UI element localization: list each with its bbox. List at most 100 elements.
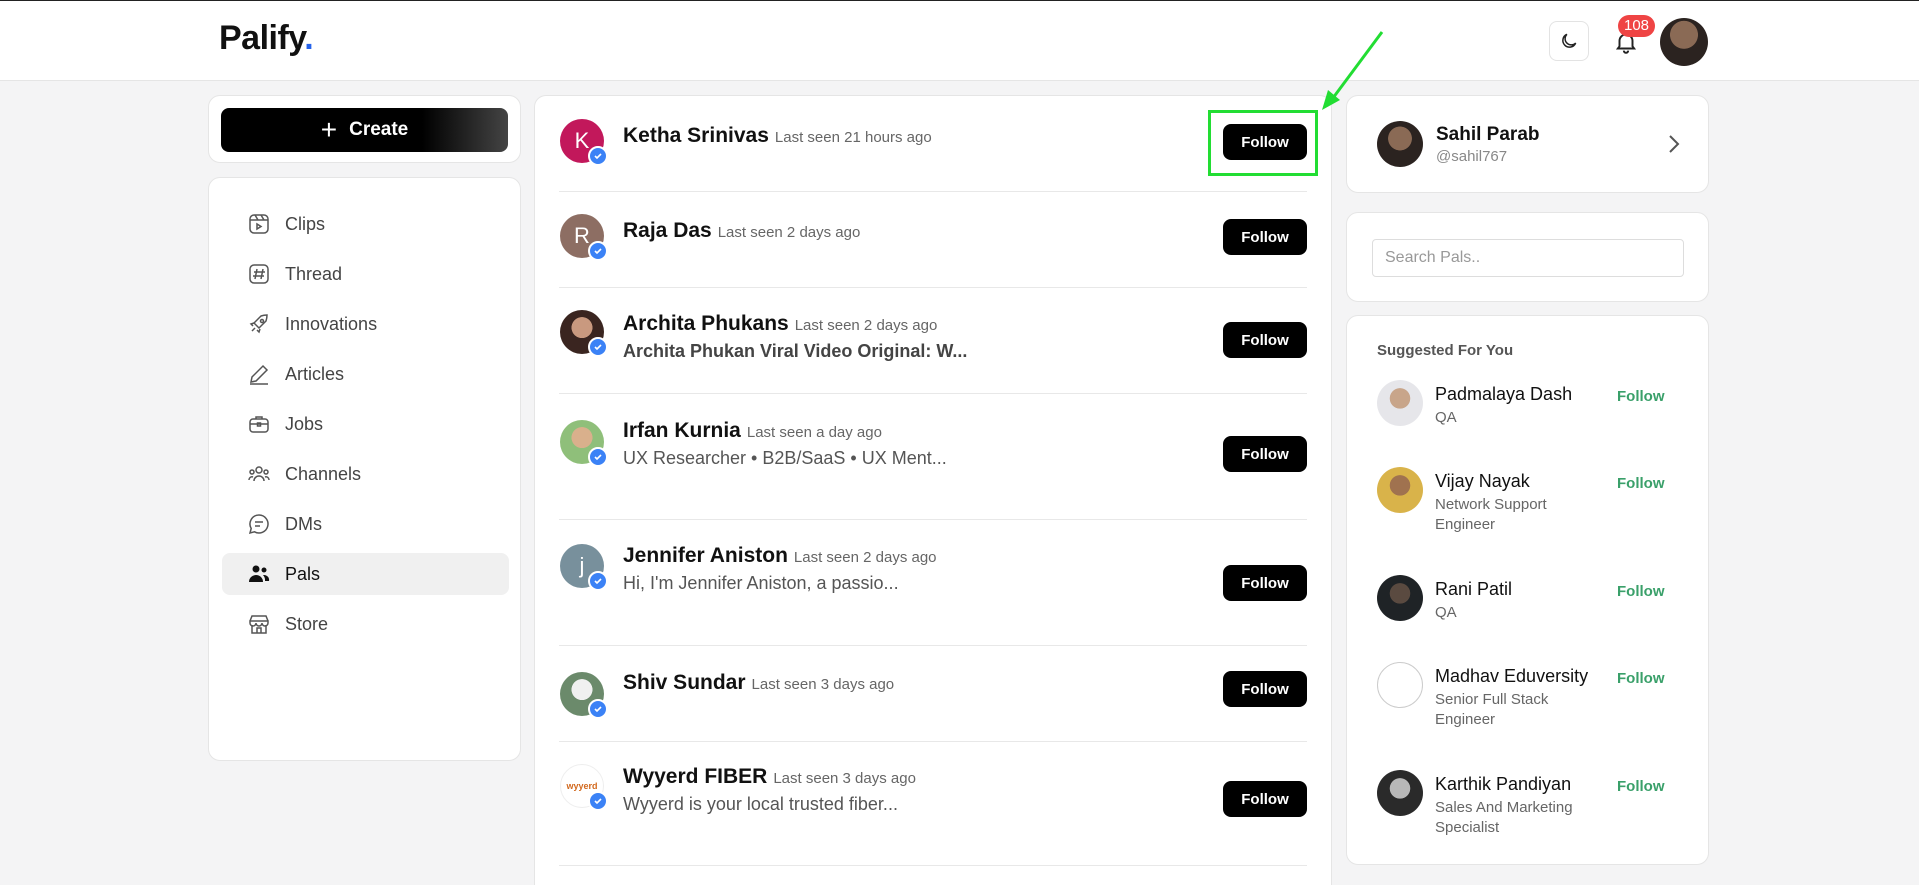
rocket-icon [249, 314, 268, 334]
sidebar-item-label: Store [285, 613, 329, 634]
suggested-card: Suggested For You Padmalaya Dash QA Foll… [1346, 315, 1709, 865]
follow-button[interactable]: Follow [1223, 322, 1307, 358]
sidebar-item-clips[interactable]: Clips [222, 203, 509, 245]
top-bar: Palify. 108 [0, 0, 1919, 81]
sidebar-item-pals[interactable]: Pals [222, 553, 509, 595]
suggested-name[interactable]: Karthik Pandiyan [1435, 774, 1571, 795]
pal-bio: Archita Phukan Viral Video Original: W..… [623, 341, 968, 361]
pal-bio: Wyyerd is your local trusted fiber... [623, 794, 898, 814]
follow-link[interactable]: Follow [1617, 475, 1665, 492]
pen-icon [250, 364, 269, 385]
suggested-name[interactable]: Padmalaya Dash [1435, 384, 1572, 405]
avatar[interactable] [1377, 770, 1423, 816]
last-seen: Last seen 2 days ago [794, 317, 938, 334]
sidebar-item-channels[interactable]: Channels [222, 453, 509, 495]
verified-badge-icon [588, 447, 608, 467]
sidebar-item-label: Innovations [285, 313, 378, 334]
sidebar-item-dms[interactable]: DMs [222, 503, 509, 545]
user-avatar[interactable] [1660, 18, 1708, 66]
verified-badge-icon [588, 791, 608, 811]
pal-name[interactable]: Irfan Kurnia Last seen a day ago [623, 419, 882, 443]
highlight-box [1208, 110, 1318, 176]
chat-icon [248, 514, 269, 535]
clips-icon [249, 214, 269, 234]
suggested-role: QA [1435, 604, 1457, 621]
pal-name[interactable]: Jennifer Aniston Last seen 2 days ago [623, 544, 937, 568]
pal-name[interactable]: Raja Das Last seen 2 days ago [623, 219, 860, 243]
follow-button[interactable]: Follow [1223, 436, 1307, 472]
suggested-name[interactable]: Rani Patil [1435, 579, 1512, 600]
briefcase-icon [249, 416, 269, 433]
pals-list: K Ketha Srinivas Last seen 21 hours ago F… [534, 95, 1332, 885]
suggested-name[interactable]: Madhav Eduversity [1435, 666, 1588, 687]
avatar[interactable] [1377, 380, 1423, 426]
profile-avatar [1377, 121, 1423, 167]
follow-button[interactable]: Follow [1223, 671, 1307, 707]
follow-button[interactable]: Follow [1223, 781, 1307, 817]
follow-link[interactable]: Follow [1617, 388, 1665, 405]
profile-handle: @sahil767 [1436, 148, 1508, 165]
hash-icon [249, 264, 269, 284]
sidebar-item-label: Articles [285, 363, 345, 384]
suggested-role: QA [1435, 409, 1457, 426]
last-seen: Last seen a day ago [746, 424, 882, 441]
last-seen: Last seen 21 hours ago [774, 129, 932, 146]
follow-button[interactable]: Follow [1223, 219, 1307, 255]
sidebar-item-thread[interactable]: Thread [222, 253, 509, 295]
pal-bio: UX Researcher • B2B/SaaS • UX Ment... [623, 448, 947, 468]
dark-mode-toggle-button[interactable] [1549, 21, 1589, 61]
sidebar-item-label: Clips [285, 213, 326, 234]
sidebar-item-label: Jobs [285, 413, 324, 434]
pal-name[interactable]: Wyyerd FIBER Last seen 3 days ago [623, 765, 916, 789]
list-item[interactable]: R Raja Das Last seen 2 days ago Follow [559, 192, 1307, 288]
last-seen: Last seen 3 days ago [773, 770, 916, 787]
users-group-icon [248, 466, 270, 482]
pals-icon [249, 565, 270, 582]
avatar[interactable] [1377, 467, 1423, 513]
list-item[interactable]: wyyerd Wyyerd FIBER Last seen 3 days ago … [559, 742, 1307, 866]
suggested-role: Sales And Marketing Specialist [1435, 799, 1573, 836]
pal-name[interactable]: Archita Phukans Last seen 2 days ago [623, 312, 937, 336]
follow-button[interactable]: Follow [1223, 565, 1307, 601]
avatar[interactable] [1377, 662, 1423, 708]
pal-name[interactable]: Shiv Sundar Last seen 3 days ago [623, 671, 894, 695]
chevron-right-icon [1669, 135, 1680, 153]
suggested-role: Network Support Engineer [1435, 496, 1547, 533]
suggested-title: Suggested For You [1377, 342, 1514, 359]
list-item[interactable]: Irfan Kurnia Last seen a day ago UX Resea… [559, 394, 1307, 520]
last-seen: Last seen 2 days ago [793, 549, 937, 566]
palify-logo[interactable]: Palify. [219, 19, 314, 58]
search-input[interactable]: Search Pals.. [1372, 239, 1684, 277]
follow-link[interactable]: Follow [1617, 583, 1665, 600]
follow-link[interactable]: Follow [1617, 778, 1665, 795]
pal-bio: Hi, I'm Jennifer Aniston, a passio... [623, 573, 899, 593]
sidebar-item-store[interactable]: Store [222, 603, 509, 645]
sidebar-item-jobs[interactable]: Jobs [222, 403, 509, 445]
sidebar-item-articles[interactable]: Articles [222, 353, 509, 395]
notification-count-badge: 108 [1618, 15, 1656, 37]
moon-icon [1562, 33, 1577, 48]
suggested-name[interactable]: Vijay Nayak [1435, 471, 1530, 492]
plus-icon: + [320, 114, 338, 145]
verified-badge-icon [588, 699, 608, 719]
verified-badge-icon [588, 571, 608, 591]
search-card: Search Pals.. [1346, 212, 1709, 302]
sidebar-item-label: DMs [285, 513, 322, 534]
list-item[interactable]: K Ketha Srinivas Last seen 21 hours ago F… [559, 96, 1307, 192]
create-card: + Create [208, 95, 521, 163]
follow-link[interactable]: Follow [1617, 670, 1665, 687]
profile-name: Sahil Parab [1436, 124, 1540, 145]
avatar[interactable] [1377, 575, 1423, 621]
create-button[interactable]: + Create [221, 108, 508, 152]
sidebar-nav: Clips Thread Innovations Articles Jobs C… [208, 177, 521, 761]
sidebar-item-innovations[interactable]: Innovations [222, 303, 509, 345]
list-item[interactable]: Archita Phukans Last seen 2 days ago Arch… [559, 288, 1307, 394]
last-seen: Last seen 3 days ago [751, 676, 895, 693]
list-item[interactable]: j Jennifer Aniston Last seen 2 days ago H… [559, 520, 1307, 646]
profile-card[interactable]: Sahil Parab @sahil767 [1346, 95, 1709, 193]
sidebar-item-label: Thread [285, 263, 343, 284]
suggested-role: Senior Full Stack Engineer [1435, 691, 1549, 728]
store-icon [249, 615, 269, 634]
list-item[interactable]: Shiv Sundar Last seen 3 days ago Follow [559, 646, 1307, 742]
pal-name[interactable]: Ketha Srinivas Last seen 21 hours ago [623, 124, 932, 148]
